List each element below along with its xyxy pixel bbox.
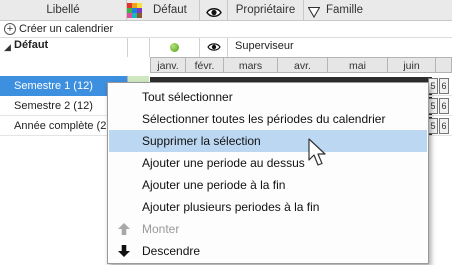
column-header-owner[interactable]: Propriétaire xyxy=(228,0,304,21)
plus-icon: + xyxy=(4,23,16,35)
column-header-family[interactable]: Famille xyxy=(304,0,452,21)
period-number[interactable]: 6 xyxy=(439,98,449,114)
month-label: juin xyxy=(388,57,436,73)
period-number[interactable]: 6 xyxy=(439,118,449,134)
column-header-visibility[interactable] xyxy=(200,0,228,21)
eye-icon[interactable] xyxy=(207,42,221,55)
table-header: Libellé Défaut Propriétaire Famille xyxy=(0,0,452,21)
month-header: janv. févr. mars avr. mai juin xyxy=(150,57,452,74)
collapse-triangle-icon[interactable]: ◢ xyxy=(4,42,11,53)
menu-item-move-down[interactable]: Descendre xyxy=(109,240,427,262)
arrow-down-icon xyxy=(117,243,133,259)
arrow-up-icon xyxy=(117,221,133,237)
month-label: avr. xyxy=(278,57,328,73)
column-header-family-label: Famille xyxy=(326,4,364,16)
period-number[interactable]: 5 xyxy=(428,98,438,114)
month-label: janv. xyxy=(150,57,186,73)
column-header-default-label: Défaut xyxy=(153,4,187,16)
menu-item-select-all[interactable]: Tout sélectionner xyxy=(109,86,427,108)
period-number[interactable]: 6 xyxy=(439,78,449,94)
column-header-label[interactable]: Libellé xyxy=(0,0,127,21)
group-label: Défaut xyxy=(14,39,49,51)
month-label: févr. xyxy=(186,57,224,73)
create-calendar-row[interactable]: + Créer un calendrier xyxy=(0,21,452,38)
status-dot-icon xyxy=(170,43,179,52)
column-header-default[interactable]: Défaut xyxy=(127,0,200,21)
period-number[interactable]: 5 xyxy=(428,118,438,134)
menu-item-add-multiple-periods[interactable]: Ajouter plusieurs periodes à la fin xyxy=(109,196,427,218)
month-label: mars xyxy=(224,57,278,73)
month-label: mai xyxy=(328,57,388,73)
context-menu: Tout sélectionner Sélectionner toutes le… xyxy=(107,82,429,264)
period-number[interactable]: 5 xyxy=(428,78,438,94)
menu-item-select-all-periods[interactable]: Sélectionner toutes les périodes du cale… xyxy=(109,108,427,130)
month-label-overflow xyxy=(436,57,452,73)
menu-item-move-down-label: Descendre xyxy=(142,244,201,258)
group-owner: Superviseur xyxy=(235,40,294,52)
menu-item-add-period-above[interactable]: Ajouter une periode au dessus xyxy=(109,152,427,174)
mouse-cursor-icon xyxy=(308,138,328,171)
menu-item-move-up-label: Monter xyxy=(142,222,180,236)
create-calendar-link[interactable]: Créer un calendrier xyxy=(19,22,113,37)
menu-item-add-period-end[interactable]: Ajouter une periode à la fin xyxy=(109,174,427,196)
group-cell-spacer xyxy=(127,38,150,57)
menu-item-move-up[interactable]: Monter xyxy=(109,218,427,240)
menu-item-delete-selection[interactable]: Supprimer la sélection xyxy=(109,130,427,152)
